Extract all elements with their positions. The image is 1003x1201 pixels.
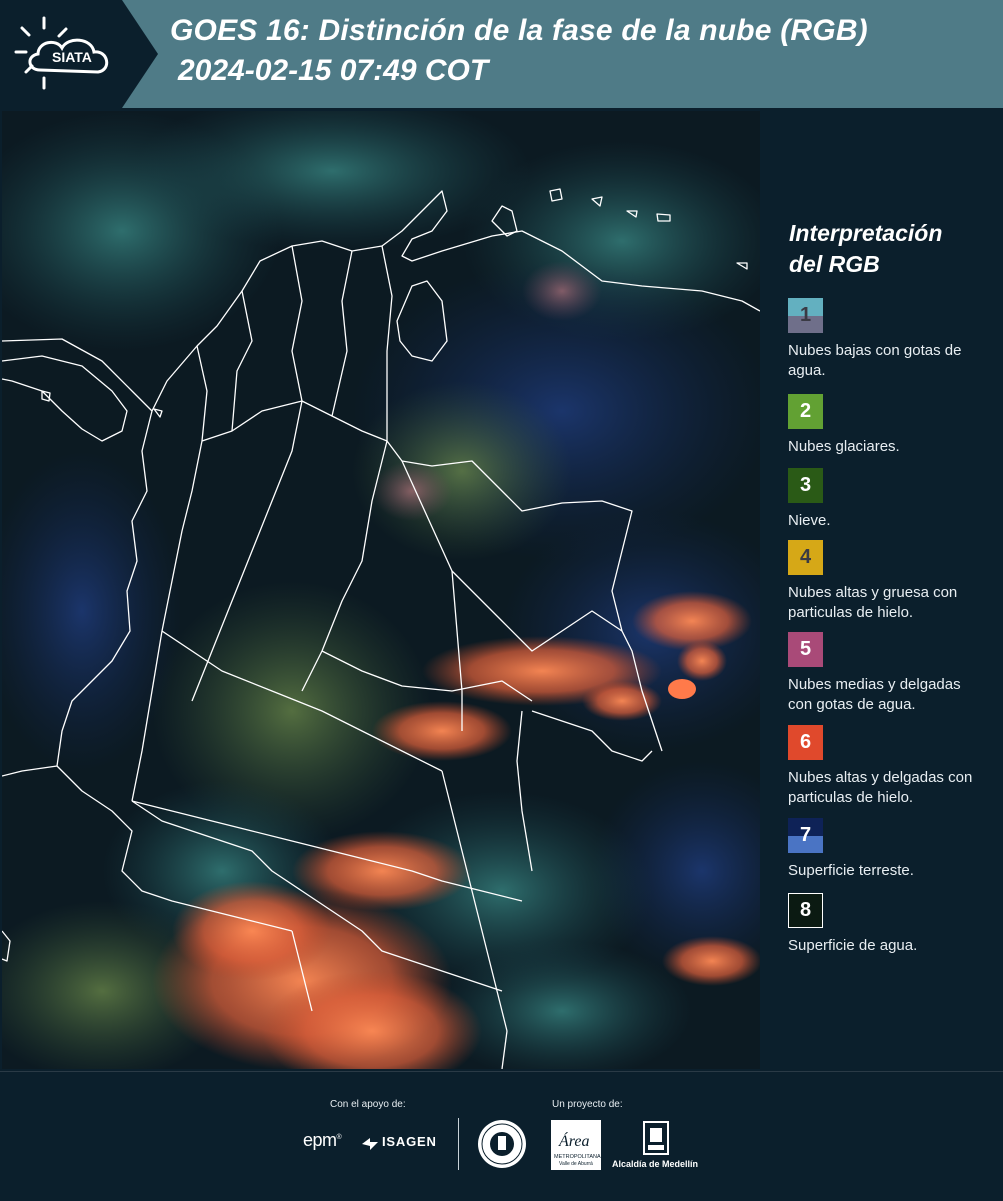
footer: Con el apoyo de: Un proyecto de: epm® IS… bbox=[0, 1071, 1003, 1201]
legend-swatch-7: 7 bbox=[788, 818, 823, 853]
legend-number-3: 3 bbox=[799, 474, 812, 496]
legend-number-4: 4 bbox=[799, 546, 812, 568]
legend-number-6: 6 bbox=[799, 731, 812, 753]
page-datetime: 2024-02-15 07:49 COT bbox=[178, 54, 489, 87]
area-logo-text: Área bbox=[558, 1131, 590, 1150]
legend-swatch-6: 6 bbox=[788, 725, 823, 760]
legend-item-7: 7 Superficie terreste. bbox=[788, 818, 988, 881]
alcaldia-logo-text: Alcaldía de Medellín bbox=[612, 1159, 699, 1169]
legend-label-6: Nubes altas y delgadas con particulas de… bbox=[788, 769, 973, 806]
area-logo-sub: METROPOLITANA bbox=[554, 1154, 601, 1160]
project-label: Un proyecto de: bbox=[552, 1099, 623, 1110]
legend-label-1: Nubes bajas con gotas de agua. bbox=[788, 342, 962, 379]
support-label: Con el apoyo de: bbox=[330, 1099, 406, 1110]
antioquia-seal-icon bbox=[478, 1120, 526, 1168]
legend-label-3: Nieve. bbox=[788, 512, 831, 529]
footer-divider bbox=[458, 1118, 459, 1170]
area-logo-sub2: Valle de Aburrá bbox=[559, 1161, 593, 1167]
legend-number-5: 5 bbox=[799, 638, 812, 660]
legend-number-8: 8 bbox=[799, 899, 812, 921]
legend-item-3: 3 Nieve. bbox=[788, 468, 988, 531]
legend-number-7: 7 bbox=[799, 824, 812, 846]
legend-swatch-2: 2 bbox=[788, 394, 823, 429]
legend-title-line1: Interpretación bbox=[789, 220, 943, 246]
legend-swatch-5: 5 bbox=[788, 632, 823, 667]
logo-text: SIATA bbox=[52, 49, 92, 65]
legend-swatch-3: 3 bbox=[788, 468, 823, 503]
area-metropolitana-logo: Área METROPOLITANA Valle de Aburrá bbox=[551, 1120, 601, 1170]
legend-item-8: 8 Superficie de agua. bbox=[788, 893, 988, 956]
legend-number-2: 2 bbox=[799, 400, 812, 422]
header: SIATA GOES 16: Distinción de la fase de … bbox=[0, 0, 1003, 108]
isagen-mark-icon bbox=[362, 1138, 378, 1150]
legend-swatch-8: 8 bbox=[788, 893, 823, 928]
legend-label-8: Superficie de agua. bbox=[788, 937, 918, 954]
legend-label-4: Nubes altas y gruesa con particulas de h… bbox=[788, 584, 958, 621]
legend-item-6: 6 Nubes altas y delgadas con particulas … bbox=[788, 725, 988, 808]
legend-number-1: 1 bbox=[799, 304, 812, 326]
legend-swatch-4: 4 bbox=[788, 540, 823, 575]
legend-title: Interpretación del RGB bbox=[789, 218, 989, 280]
isagen-logo: ISAGEN bbox=[382, 1134, 437, 1149]
satellite-map bbox=[2, 111, 760, 1069]
legend-swatch-1: 1 bbox=[788, 298, 823, 333]
alcaldia-shield-icon bbox=[643, 1121, 669, 1155]
epm-logo: epm® bbox=[303, 1130, 342, 1150]
legend-item-5: 5 Nubes medias y delgadas con gotas de a… bbox=[788, 632, 988, 715]
siata-logo: SIATA bbox=[0, 0, 158, 108]
legend-title-line2: del RGB bbox=[789, 251, 880, 277]
epm-logo-text: epm bbox=[303, 1130, 337, 1150]
legend-label-5: Nubes medias y delgadas con gotas de agu… bbox=[788, 676, 961, 713]
legend-item-2: 2 Nubes glaciares. bbox=[788, 394, 988, 457]
legend-item-4: 4 Nubes altas y gruesa con particulas de… bbox=[788, 540, 988, 623]
legend-item-1: 1 Nubes bajas con gotas de agua. bbox=[788, 298, 988, 381]
legend-label-7: Superficie terreste. bbox=[788, 862, 914, 879]
legend-label-2: Nubes glaciares. bbox=[788, 438, 900, 455]
page-title: GOES 16: Distinción de la fase de la nub… bbox=[170, 14, 868, 47]
